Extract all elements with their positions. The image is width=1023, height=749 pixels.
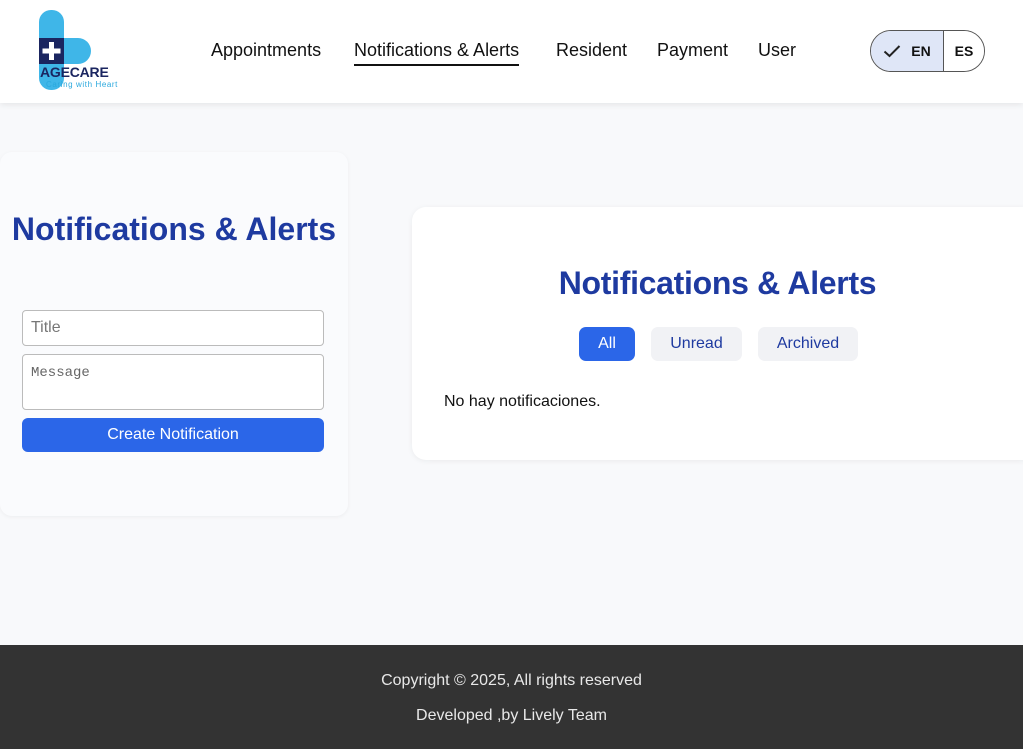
notification-message-input[interactable] [22, 354, 324, 410]
site-header: AGECARE Caring with Heart Appointments N… [0, 0, 1023, 103]
tab-all[interactable]: All [579, 327, 635, 361]
tab-archived[interactable]: Archived [758, 327, 858, 361]
notifications-list-card: Notifications & Alerts All Unread Archiv… [412, 207, 1023, 460]
language-en-label: EN [911, 43, 931, 59]
nav-appointments[interactable]: Appointments [211, 38, 321, 64]
site-footer: Copyright © 2025, All rights reserved De… [0, 645, 1023, 749]
create-form-heading: Notifications & Alerts [11, 211, 337, 247]
notifications-list-heading: Notifications & Alerts [558, 265, 877, 301]
logo-wordmark: AGECARE [40, 64, 109, 80]
notification-title-input[interactable] [22, 310, 324, 346]
nav-user[interactable]: User [758, 38, 796, 64]
empty-notifications-message: No hay notificaciones. [444, 393, 601, 410]
nav-payment[interactable]: Payment [657, 38, 728, 64]
tab-unread[interactable]: Unread [651, 327, 742, 361]
language-option-es[interactable]: ES [944, 31, 984, 71]
logo-tagline: Caring with Heart [46, 80, 119, 89]
nav-resident[interactable]: Resident [556, 38, 627, 64]
checkmark-icon [884, 45, 901, 58]
create-notification-button[interactable]: Create Notification [22, 418, 324, 452]
language-option-en[interactable]: EN [871, 31, 944, 71]
nav-notifications-alerts[interactable]: Notifications & Alerts [354, 38, 520, 66]
language-toggle: EN ES [870, 30, 985, 72]
agecare-logo[interactable]: AGECARE Caring with Heart [36, 10, 140, 92]
footer-copyright: Copyright © 2025, All rights reserved [381, 672, 642, 689]
create-notification-card: Notifications & Alerts Create Notificati… [0, 152, 348, 516]
footer-credit: Developed ,by Lively Team [416, 707, 607, 724]
language-es-label: ES [954, 43, 974, 59]
